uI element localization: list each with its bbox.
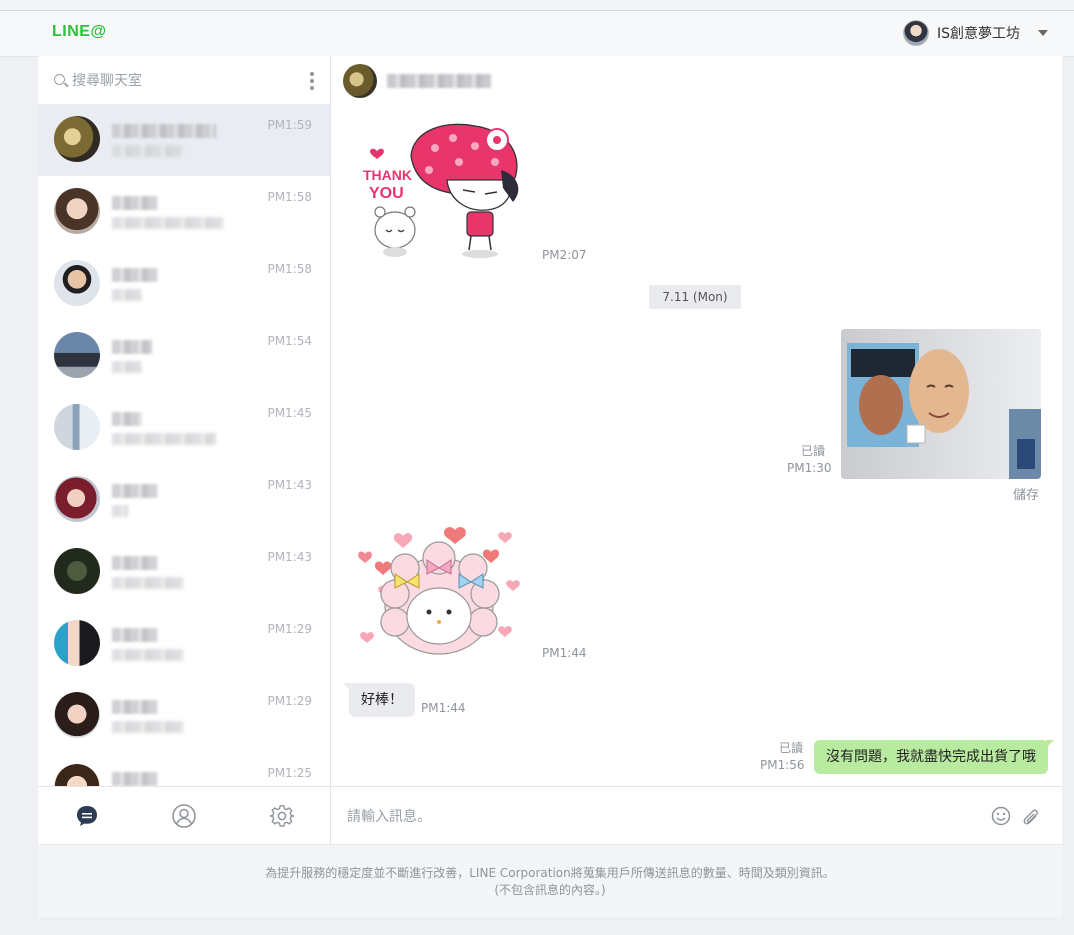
privacy-notice: 為提升服務的穩定度並不斷進行改善，LINE Corporation將蒐集用戶所傳… — [38, 844, 1062, 917]
last-message-blurred — [112, 433, 216, 445]
contact-name-blurred — [112, 556, 158, 570]
chat-icon[interactable] — [74, 803, 100, 829]
message-composer — [331, 786, 1062, 845]
read-receipt: 已讀 — [779, 741, 804, 755]
avatar — [54, 692, 100, 738]
avatar — [54, 404, 100, 450]
chevron-down-icon[interactable] — [1038, 30, 1048, 36]
outgoing-message-bubble[interactable]: 沒有問題，我就盡快完成出貨了哦 — [814, 740, 1054, 774]
account-avatar — [902, 20, 929, 46]
chat-list-item[interactable]: PM1:29 — [38, 680, 330, 752]
avatar — [54, 332, 100, 378]
chat-list-item[interactable]: PM1:58 — [38, 248, 330, 320]
contact-name-blurred — [112, 196, 158, 210]
chat-list-item[interactable]: PM1:43 — [38, 464, 330, 536]
sidebar-tab-bar — [38, 786, 330, 844]
avatar — [54, 116, 100, 162]
last-message-blurred — [112, 649, 184, 661]
chat-list-item[interactable]: PM1:54 — [38, 320, 330, 392]
chat-list-item[interactable]: PM1:59 — [38, 104, 330, 176]
chat-list-item[interactable]: PM1:45 — [38, 392, 330, 464]
chat-time: PM1:58 — [267, 190, 312, 204]
contact-name-blurred — [112, 268, 158, 282]
save-photo-link[interactable]: 儲存 — [1013, 484, 1039, 503]
chat-header — [343, 64, 491, 98]
contact-name-blurred — [112, 772, 158, 786]
incoming-message-bubble[interactable]: 好棒！ — [343, 683, 415, 717]
photo-image — [841, 329, 1041, 479]
privacy-notice-line1: 為提升服務的穩定度並不斷進行改善，LINE Corporation將蒐集用戶所傳… — [265, 866, 835, 880]
chat-time: PM1:45 — [267, 406, 312, 420]
contact-name-blurred — [387, 74, 491, 88]
chat-time: PM1:25 — [267, 766, 312, 780]
avatar — [54, 260, 100, 306]
date-divider: 7.11 (Mon) — [649, 285, 741, 309]
avatar — [54, 188, 100, 234]
more-options-icon[interactable] — [310, 72, 314, 90]
message-time: PM1:30 — [787, 461, 832, 475]
chat-list-item[interactable]: PM1:58 — [38, 176, 330, 248]
chat-time: PM1:59 — [267, 118, 312, 132]
chat-list: PM1:59 PM1:58 PM1:58 PM1:54 PM1:45 PM1:4… — [38, 104, 330, 794]
message-input[interactable] — [345, 805, 949, 829]
chat-list-item[interactable]: PM1:43 — [38, 536, 330, 608]
app-header: LINE@ IS創意夢工坊 — [0, 11, 1074, 57]
contact-name-blurred — [112, 484, 158, 498]
line-at-logo: LINE@ — [52, 23, 107, 40]
search-bar — [38, 56, 330, 104]
message-time: PM1:44 — [421, 701, 466, 715]
avatar — [54, 620, 100, 666]
chat-list-item[interactable]: PM1:29 — [38, 608, 330, 680]
thank-you-sticker[interactable]: THANK YOU — [355, 118, 535, 260]
message-time: PM1:44 — [542, 646, 587, 660]
chat-time: PM1:54 — [267, 334, 312, 348]
chat-time: PM1:43 — [267, 550, 312, 564]
chat-sidebar: PM1:59 PM1:58 PM1:58 PM1:54 — [38, 56, 331, 844]
hearts-sheep-sticker[interactable] — [355, 524, 535, 656]
last-message-blurred — [112, 289, 142, 301]
privacy-notice-line2: (不包含訊息的內容。) — [494, 883, 606, 897]
avatar[interactable] — [343, 64, 377, 98]
contact-name-blurred — [112, 628, 158, 642]
search-icon — [54, 74, 65, 85]
chat-pane: THANK YOU PM2:07 7.11 (Mon) 已讀 PM1:30 儲存… — [331, 56, 1062, 786]
contact-name-blurred — [112, 412, 142, 426]
chat-time: PM1:43 — [267, 478, 312, 492]
search-input[interactable] — [70, 69, 294, 93]
contact-name-blurred — [112, 124, 216, 138]
message-time: PM1:56 — [760, 758, 805, 772]
last-message-blurred — [112, 145, 184, 157]
chat-time: PM1:29 — [267, 694, 312, 708]
read-receipt: 已讀 — [801, 444, 826, 458]
settings-icon[interactable] — [269, 803, 295, 829]
sticker-text-you: YOU — [369, 185, 404, 202]
contact-name-blurred — [112, 340, 152, 354]
avatar — [54, 476, 100, 522]
emoji-icon[interactable] — [990, 805, 1012, 827]
avatar — [54, 548, 100, 594]
message-time: PM2:07 — [542, 248, 587, 262]
contact-name-blurred — [112, 700, 158, 714]
app-window: PM1:59 PM1:58 PM1:58 PM1:54 — [38, 56, 1062, 917]
chat-time: PM1:58 — [267, 262, 312, 276]
last-message-blurred — [112, 577, 184, 589]
friends-icon[interactable] — [171, 803, 197, 829]
last-message-blurred — [112, 217, 224, 229]
sticker-text-thank: THANK — [363, 167, 412, 183]
window-top-bar — [0, 0, 1074, 11]
last-message-blurred — [112, 721, 184, 733]
attachment-icon[interactable] — [1020, 805, 1042, 827]
account-name: IS創意夢工坊 — [936, 26, 1020, 42]
shared-photo[interactable] — [841, 329, 1041, 479]
last-message-blurred — [112, 361, 142, 373]
chat-time: PM1:29 — [267, 622, 312, 636]
last-message-blurred — [112, 505, 128, 517]
account-menu[interactable]: IS創意夢工坊 — [902, 20, 1048, 46]
